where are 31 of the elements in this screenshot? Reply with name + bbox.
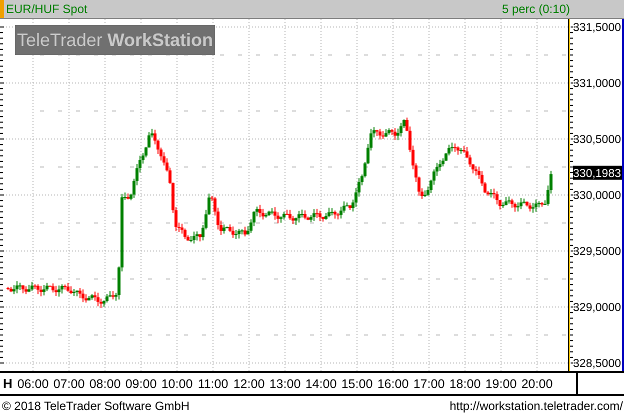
- interval-label: 5 perc (0:10): [502, 2, 570, 16]
- time-label: 19:00: [484, 376, 518, 390]
- time-label: 20:00: [520, 376, 554, 390]
- symbol-title: EUR/HUF Spot: [6, 2, 88, 16]
- time-label: 11:00: [196, 376, 230, 390]
- price-label: 331,0000: [573, 78, 621, 90]
- time-label: 07:00: [52, 376, 86, 390]
- time-label: 17:00: [412, 376, 446, 390]
- time-label: 06:00: [16, 376, 50, 390]
- price-label: 330,0000: [573, 190, 621, 202]
- time-label: 09:00: [124, 376, 158, 390]
- website-link[interactable]: http://workstation.teletrader.com/: [450, 399, 623, 413]
- price-label: 328,5000: [573, 358, 621, 370]
- time-label: 12:00: [232, 376, 266, 390]
- time-label: 15:00: [340, 376, 374, 390]
- price-label: 329,0000: [573, 302, 621, 314]
- copyright-text: © 2018 TeleTrader Software GmbH: [2, 399, 190, 413]
- current-price-badge: 330,1983: [573, 166, 622, 180]
- time-label: 14:00: [304, 376, 338, 390]
- time-label: 13:00: [268, 376, 302, 390]
- price-label: 331,5000: [573, 22, 621, 34]
- series-marker: [0, 0, 4, 18]
- logo-product: WorkStation: [107, 30, 214, 50]
- time-label: 16:00: [376, 376, 410, 390]
- time-unit: H: [2, 376, 14, 391]
- price-label: 330,5000: [573, 134, 621, 146]
- price-label: 329,5000: [573, 246, 621, 258]
- time-label: 18:00: [448, 376, 482, 390]
- time-label: 08:00: [88, 376, 122, 390]
- time-label: 10:00: [160, 376, 194, 390]
- logo-brand: TeleTrader: [16, 30, 102, 50]
